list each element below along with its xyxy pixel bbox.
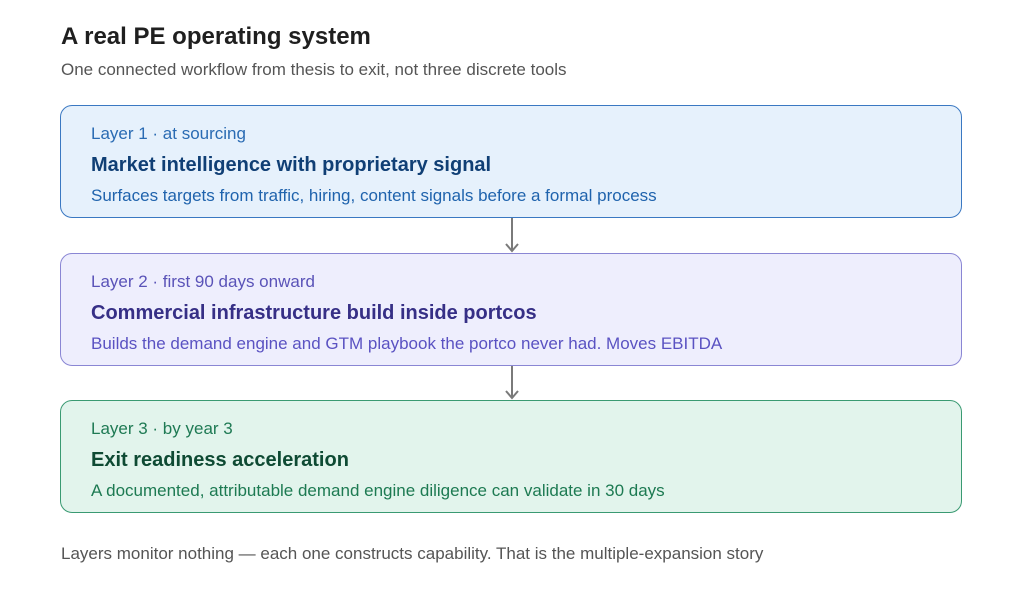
layer-card-1: Layer 1 · at sourcing Market intelligenc… [60, 105, 962, 218]
layer-3-description: A documented, attributable demand engine… [91, 481, 665, 500]
layer-2-description: Builds the demand engine and GTM playboo… [91, 334, 723, 353]
page-title: A real PE operating system [61, 23, 371, 50]
page-subtitle: One connected workflow from thesis to ex… [61, 60, 567, 79]
footer-note: Layers monitor nothing — each one constr… [61, 544, 764, 563]
arrow-down-icon [505, 366, 519, 400]
layer-2-kicker: Layer 2 · first 90 days onward [91, 272, 315, 291]
layer-1-heading: Market intelligence with proprietary sig… [91, 154, 492, 176]
layer-3-kicker: Layer 3 · by year 3 [91, 419, 233, 438]
layer-1-description: Surfaces targets from traffic, hiring, c… [91, 186, 657, 205]
layer-1-kicker: Layer 1 · at sourcing [91, 124, 246, 143]
layer-card-3: Layer 3 · by year 3 Exit readiness accel… [60, 400, 962, 513]
layer-3-heading: Exit readiness acceleration [91, 449, 349, 471]
layer-2-heading: Commercial infrastructure build inside p… [91, 302, 537, 324]
layer-card-2: Layer 2 · first 90 days onward Commercia… [60, 253, 962, 366]
arrow-down-icon [505, 218, 519, 253]
